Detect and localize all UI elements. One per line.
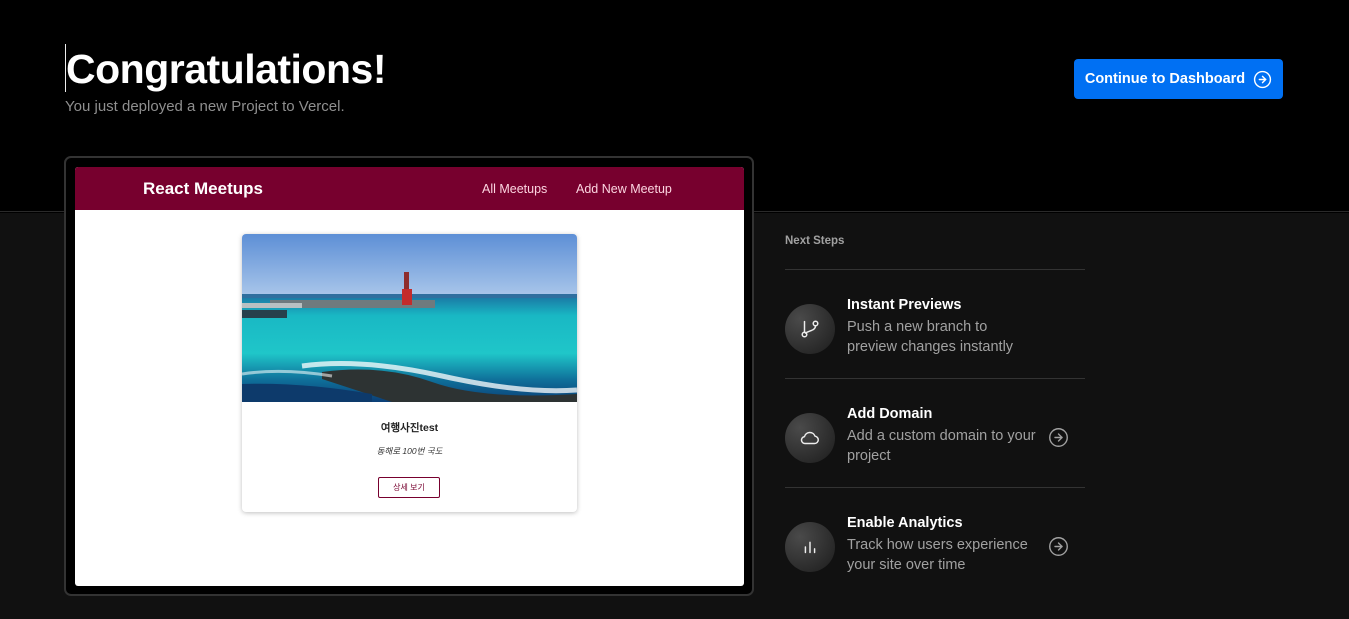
nav-add-new-meetup[interactable]: Add New Meetup — [576, 182, 672, 196]
step-title: Enable Analytics — [847, 515, 963, 531]
arrow-right-circle-icon[interactable] — [1048, 536, 1069, 557]
meetup-card: 여행사진test 동해로 100번 국도 상세 보기 — [242, 234, 577, 512]
app-logo: React Meetups — [143, 179, 263, 198]
divider — [785, 269, 1085, 270]
step-icon-circle — [785, 522, 835, 572]
step-description: Track how users experience your site ove… — [847, 537, 1028, 573]
meetup-title: 여행사진test — [380, 422, 439, 434]
arrow-right-circle-icon — [1254, 70, 1272, 88]
bar-chart-icon — [804, 541, 816, 554]
show-details-button[interactable]: 상세 보기 — [378, 477, 440, 498]
step-instant-previews[interactable]: Instant Previews Push a new branch to pr… — [785, 297, 1085, 367]
page-subtitle: You just deployed a new Project to Verce… — [65, 98, 345, 115]
step-add-domain[interactable]: Add Domain Add a custom domain to your p… — [785, 406, 1085, 476]
divider — [785, 378, 1085, 379]
arrow-right-circle-icon[interactable] — [1048, 427, 1069, 448]
nav-all-meetups[interactable]: All Meetups — [482, 182, 547, 196]
step-enable-analytics[interactable]: Enable Analytics Track how users experie… — [785, 515, 1085, 585]
divider — [785, 487, 1085, 488]
step-description: Add a custom domain to your project — [847, 428, 1036, 464]
step-icon-circle — [785, 304, 835, 354]
app-header: React Meetups All Meetups Add New Meetup — [75, 167, 744, 210]
deployment-preview[interactable]: React Meetups All Meetups Add New Meetup — [75, 167, 744, 586]
step-title: Add Domain — [847, 406, 933, 422]
step-title: Instant Previews — [847, 297, 962, 313]
cloud-icon — [800, 431, 819, 445]
next-steps-heading: Next Steps — [785, 235, 845, 247]
meetup-address: 동해로 100번 국도 — [376, 446, 443, 456]
continue-to-dashboard-button[interactable]: Continue to Dashboard — [1074, 59, 1283, 99]
deployment-preview-frame: React Meetups All Meetups Add New Meetup — [64, 156, 754, 596]
git-branch-icon — [801, 320, 819, 338]
dashboard-button-label: Continue to Dashboard — [1084, 71, 1246, 87]
meetup-image — [242, 234, 577, 402]
page-title: Congratulations! — [66, 46, 386, 92]
step-description: Push a new branch to preview changes ins… — [847, 319, 1014, 355]
step-icon-circle — [785, 413, 835, 463]
